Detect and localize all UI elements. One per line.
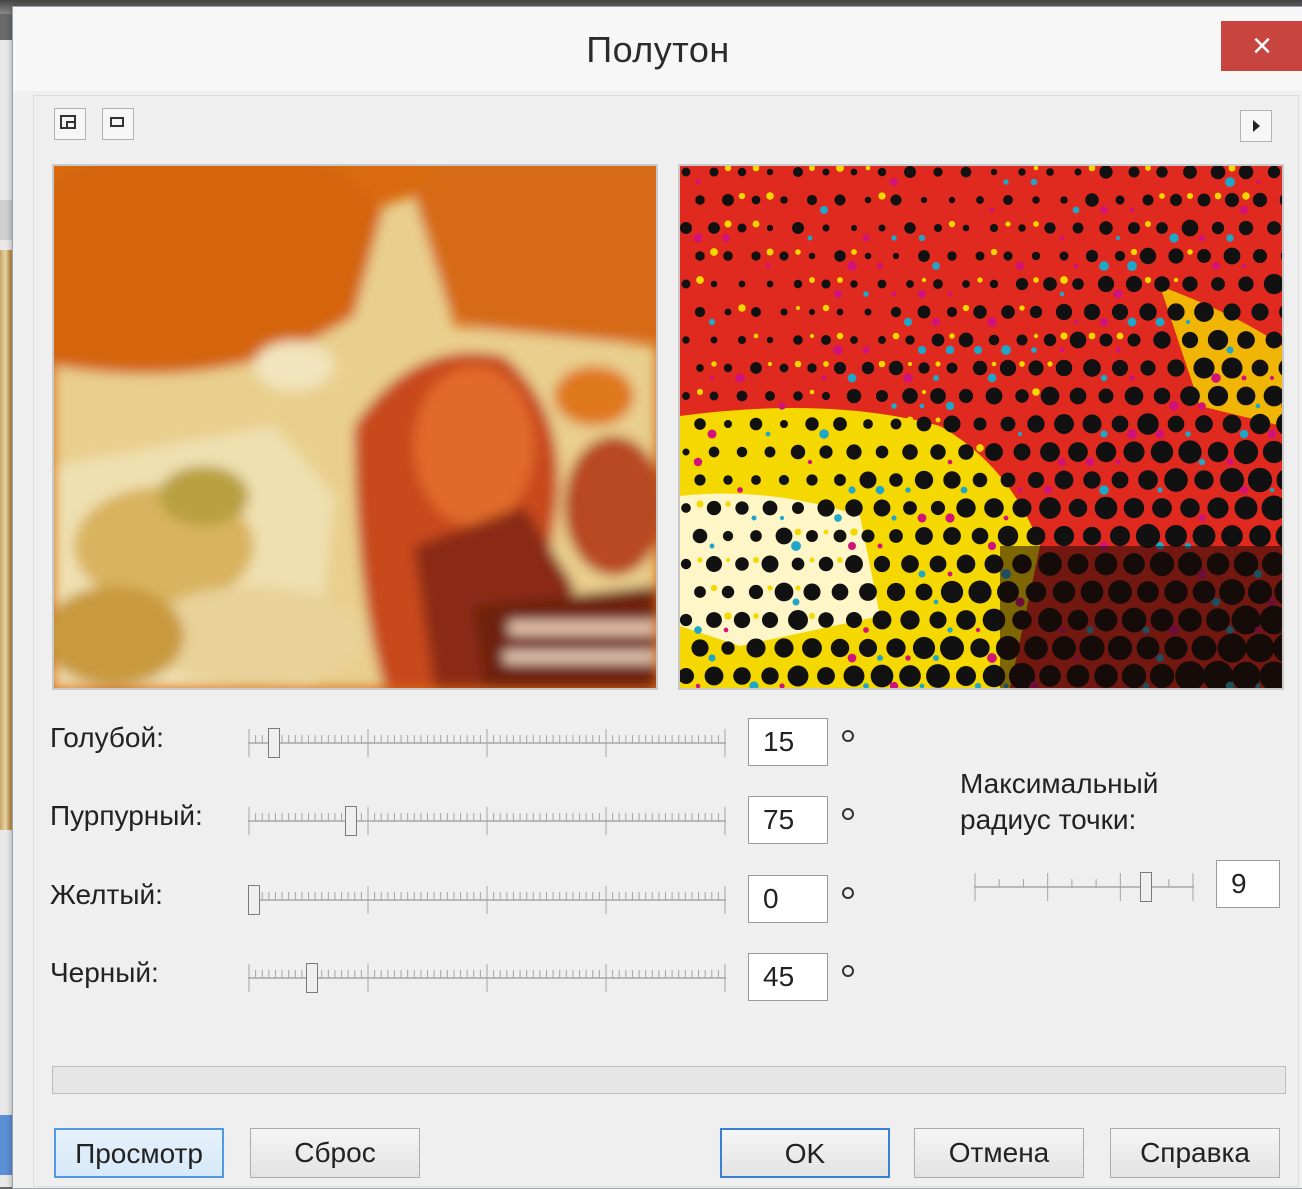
channel-slider-yellow[interactable] xyxy=(248,883,726,917)
channel-label-magenta: Пурпурный: xyxy=(50,800,203,831)
title-bar[interactable]: Полутон × xyxy=(13,7,1302,91)
original-preview[interactable] xyxy=(52,164,658,690)
channel-label-cyan: Голубой: xyxy=(50,722,164,753)
cancel-button[interactable]: Отмена xyxy=(914,1128,1084,1178)
channel-slider-thumb[interactable] xyxy=(248,885,260,915)
halftone-image xyxy=(680,166,1282,688)
dual-preview-button[interactable] xyxy=(54,108,86,140)
channel-label-black: Черный: xyxy=(50,957,159,988)
channel-slider-cyan[interactable] xyxy=(248,726,726,760)
radius-slider[interactable] xyxy=(974,870,1194,904)
channel-slider-thumb[interactable] xyxy=(267,728,280,758)
radius-label-line2: радиус точки: xyxy=(960,804,1137,835)
degree-icon xyxy=(842,730,854,742)
channel-slider-black[interactable] xyxy=(248,961,726,995)
close-button[interactable]: × xyxy=(1221,21,1302,71)
single-preview-icon xyxy=(110,117,124,127)
halftone-preview[interactable] xyxy=(678,164,1284,690)
channel-value-black[interactable]: 45 xyxy=(748,953,828,1001)
channel-value-cyan[interactable]: 15 xyxy=(748,718,828,766)
halftone-dialog: Полутон × Голубой: 15 Пурпурный: 75 Желт… xyxy=(12,6,1302,1189)
radius-label-line1: Максимальный xyxy=(960,768,1159,799)
radius-slider-ticks xyxy=(974,873,1194,901)
slider-ticks xyxy=(248,807,726,835)
degree-icon xyxy=(842,965,854,977)
channel-slider-thumb[interactable] xyxy=(306,963,319,993)
radius-value-field[interactable]: 9 xyxy=(1216,860,1280,908)
progress-bar xyxy=(52,1066,1286,1094)
slider-ticks xyxy=(248,886,726,914)
original-image xyxy=(54,166,656,688)
degree-icon xyxy=(842,808,854,820)
reset-button[interactable]: Сброс xyxy=(250,1128,420,1178)
help-button[interactable]: Справка xyxy=(1110,1128,1280,1178)
slider-ticks xyxy=(248,964,726,992)
channel-slider-magenta[interactable] xyxy=(248,804,726,838)
preview-button[interactable]: Просмотр xyxy=(54,1128,224,1178)
single-preview-button[interactable] xyxy=(102,108,134,140)
degree-icon xyxy=(842,887,854,899)
channel-slider-thumb[interactable] xyxy=(344,806,357,836)
expand-button[interactable] xyxy=(1240,110,1272,142)
radius-slider-thumb[interactable] xyxy=(1140,872,1153,902)
play-icon xyxy=(1253,120,1260,132)
channel-value-magenta[interactable]: 75 xyxy=(748,796,828,844)
ok-button[interactable]: OK xyxy=(720,1128,890,1178)
channel-label-yellow: Желтый: xyxy=(50,879,163,910)
dialog-content: Голубой: 15 Пурпурный: 75 Желтый: 0 Черный: 45 … xyxy=(33,95,1299,1187)
slider-ticks xyxy=(248,729,726,757)
channel-value-yellow[interactable]: 0 xyxy=(748,875,828,923)
dialog-title: Полутон xyxy=(586,29,730,70)
